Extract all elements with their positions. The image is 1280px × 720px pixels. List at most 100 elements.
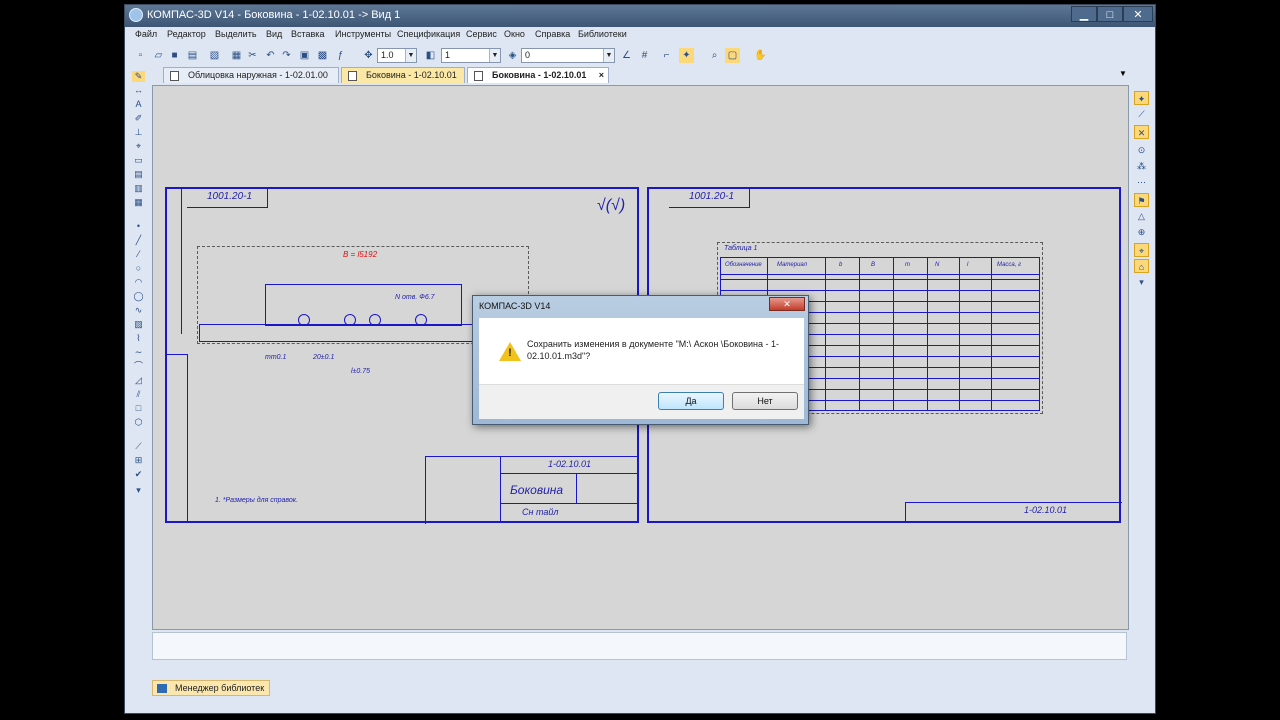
save-icon[interactable]: ■ <box>167 48 182 63</box>
scale-dropdown-arrow-icon[interactable]: ▼ <box>405 49 416 62</box>
yes-button[interactable]: Да <box>658 392 724 410</box>
maximize-button[interactable]: □ <box>1097 6 1123 22</box>
col-N: N <box>935 262 940 268</box>
hatch-icon[interactable]: ▨ <box>132 319 145 330</box>
layer-dropdown-arrow-icon[interactable]: ▼ <box>489 49 500 62</box>
circle-icon[interactable]: ○ <box>132 263 145 274</box>
dialog-close-button[interactable]: ✕ <box>769 297 805 311</box>
menu-select[interactable]: Выделить <box>215 29 257 39</box>
pan-icon[interactable]: ✋ <box>753 48 768 63</box>
macro-icon[interactable]: ✔ <box>132 469 145 480</box>
geometry-panel-icon[interactable]: ✎ <box>132 71 145 82</box>
zoom-window-icon[interactable]: ▢ <box>725 48 740 63</box>
spline-icon[interactable]: ∿ <box>132 305 145 316</box>
menu-service[interactable]: Сервис <box>466 29 497 39</box>
parametrize-panel-icon[interactable]: ⊥ <box>132 127 145 138</box>
tab-oblitsovka[interactable]: Облицовка наружная - 1-02.01.00 <box>163 67 339 83</box>
ellipse-icon[interactable]: ◯ <box>132 291 145 302</box>
layer-icon[interactable]: ◧ <box>423 48 438 63</box>
function-icon[interactable]: ƒ <box>333 48 348 63</box>
step-combo[interactable]: 0 ▼ <box>521 48 615 63</box>
scale-icon[interactable]: ✥ <box>361 48 376 63</box>
cut-icon[interactable]: ✂ <box>245 48 260 63</box>
preview-icon[interactable]: ▧ <box>207 48 222 63</box>
associative-views-icon[interactable]: ▤ <box>132 169 145 180</box>
snap-align-icon[interactable]: ⌖ <box>1134 243 1149 257</box>
tab-bokovina-drawing[interactable]: Боковина - 1-02.10.01 × <box>467 67 609 83</box>
snap-more-icon[interactable]: ▾ <box>1134 275 1149 289</box>
sheet-1-material: Сн тайл <box>522 507 559 517</box>
measure-panel-icon[interactable]: ⌖ <box>132 141 145 152</box>
grid-icon[interactable]: # <box>637 48 652 63</box>
dialog-message: Сохранить изменения в документе "M:\ Аск… <box>527 339 780 361</box>
scale-combo[interactable]: 1.0 ▼ <box>377 48 417 63</box>
snap-nearest-icon[interactable]: ⋯ <box>1134 175 1149 189</box>
line-icon[interactable]: ╱ <box>132 235 145 246</box>
spec-panel-icon[interactable]: ▥ <box>132 183 145 194</box>
no-button[interactable]: Нет <box>732 392 798 410</box>
snap-intersection-icon[interactable]: ✕ <box>1134 125 1149 139</box>
select-panel-icon[interactable]: ▭ <box>132 155 145 166</box>
notation-panel-icon[interactable]: A <box>132 99 145 110</box>
snap-magnet-icon[interactable]: ⌂ <box>1134 259 1149 273</box>
status-bar <box>152 632 1127 660</box>
rectangle-icon[interactable]: □ <box>132 403 145 414</box>
minimize-button[interactable]: ▁ <box>1071 6 1097 22</box>
text-icon[interactable]: ⊞ <box>132 455 145 466</box>
snap-center-icon[interactable]: ⊙ <box>1134 143 1149 157</box>
step-dropdown-arrow-icon[interactable]: ▼ <box>603 49 614 62</box>
library-manager-tab[interactable]: Менеджер библиотек <box>152 680 270 696</box>
arc-icon[interactable]: ◠ <box>132 277 145 288</box>
curve-icon[interactable]: ∼ <box>132 347 145 358</box>
angle-icon[interactable]: ∠ <box>619 48 634 63</box>
open-icon[interactable]: ▱ <box>151 48 166 63</box>
tab-close-icon[interactable]: × <box>599 68 604 83</box>
fillet-icon[interactable]: ⌒ <box>132 361 145 372</box>
menu-tools[interactable]: Инструменты <box>335 29 391 39</box>
snap-midpoint-icon[interactable]: ⁂ <box>1134 159 1149 173</box>
zoom-icon[interactable]: ⌕ <box>707 48 722 63</box>
col-oboznachenie: Обозначение <box>725 262 762 268</box>
snap-quadrant-icon[interactable]: ⊕ <box>1134 225 1149 239</box>
snap-grid-icon[interactable]: ✦ <box>1134 91 1149 105</box>
redo-icon[interactable]: ↷ <box>279 48 294 63</box>
menu-help[interactable]: Справка <box>535 29 570 39</box>
tree-icon[interactable]: ▩ <box>315 48 330 63</box>
close-window-button[interactable]: ✕ <box>1123 6 1153 22</box>
menu-libraries[interactable]: Библиотеки <box>578 29 627 39</box>
menu-view[interactable]: Вид <box>266 29 282 39</box>
menu-insert[interactable]: Вставка <box>291 29 324 39</box>
tab-bokovina-3d[interactable]: Боковина - 1-02.10.01 <box>341 67 465 83</box>
new-document-icon[interactable]: ▫ <box>133 48 148 63</box>
segment-icon[interactable]: ⁄ <box>132 249 145 260</box>
ortho-icon[interactable]: ⌐ <box>659 48 674 63</box>
dimensions-panel-icon[interactable]: ↔ <box>132 85 145 96</box>
snap-angle-icon[interactable]: ⚑ <box>1134 193 1149 207</box>
polygon-icon[interactable]: ⬡ <box>132 417 145 428</box>
tabs-menu-arrow-icon[interactable]: ▼ <box>1119 69 1127 78</box>
equidistant-icon[interactable]: ⫽ <box>132 389 145 400</box>
snap-tangent-icon[interactable]: △ <box>1134 209 1149 223</box>
menu-editor[interactable]: Редактор <box>167 29 206 39</box>
manager-icon[interactable]: ▣ <box>297 48 312 63</box>
menu-file[interactable]: Файл <box>135 29 157 39</box>
edit-panel-icon[interactable]: ✐ <box>132 113 145 124</box>
menu-specification[interactable]: Спецификация <box>397 29 460 39</box>
sheet-2-stamp-code: 1-02.10.01 <box>1024 505 1068 515</box>
snap-icon[interactable]: ✦ <box>679 48 694 63</box>
window-title: КОМПАС-3D V14 - Боковина - 1-02.10.01 ->… <box>147 9 401 21</box>
point-icon[interactable]: • <box>132 221 145 232</box>
properties-icon[interactable]: ▦ <box>229 48 244 63</box>
print-icon[interactable]: ▤ <box>185 48 200 63</box>
chamfer-icon[interactable]: ◿ <box>132 375 145 386</box>
polyline-icon[interactable]: ⌇ <box>132 333 145 344</box>
contour-icon[interactable]: ⟋ <box>132 441 145 452</box>
layer-combo[interactable]: 1 ▼ <box>441 48 501 63</box>
library-bar: Менеджер библиотек <box>152 679 352 697</box>
reports-panel-icon[interactable]: ▦ <box>132 197 145 208</box>
step-icon[interactable]: ◈ <box>505 48 520 63</box>
more-tools-icon[interactable]: ▾ <box>132 485 145 496</box>
menu-window[interactable]: Окно <box>504 29 525 39</box>
undo-icon[interactable]: ↶ <box>263 48 278 63</box>
snap-endpoint-icon[interactable]: ⟋ <box>1134 107 1149 121</box>
